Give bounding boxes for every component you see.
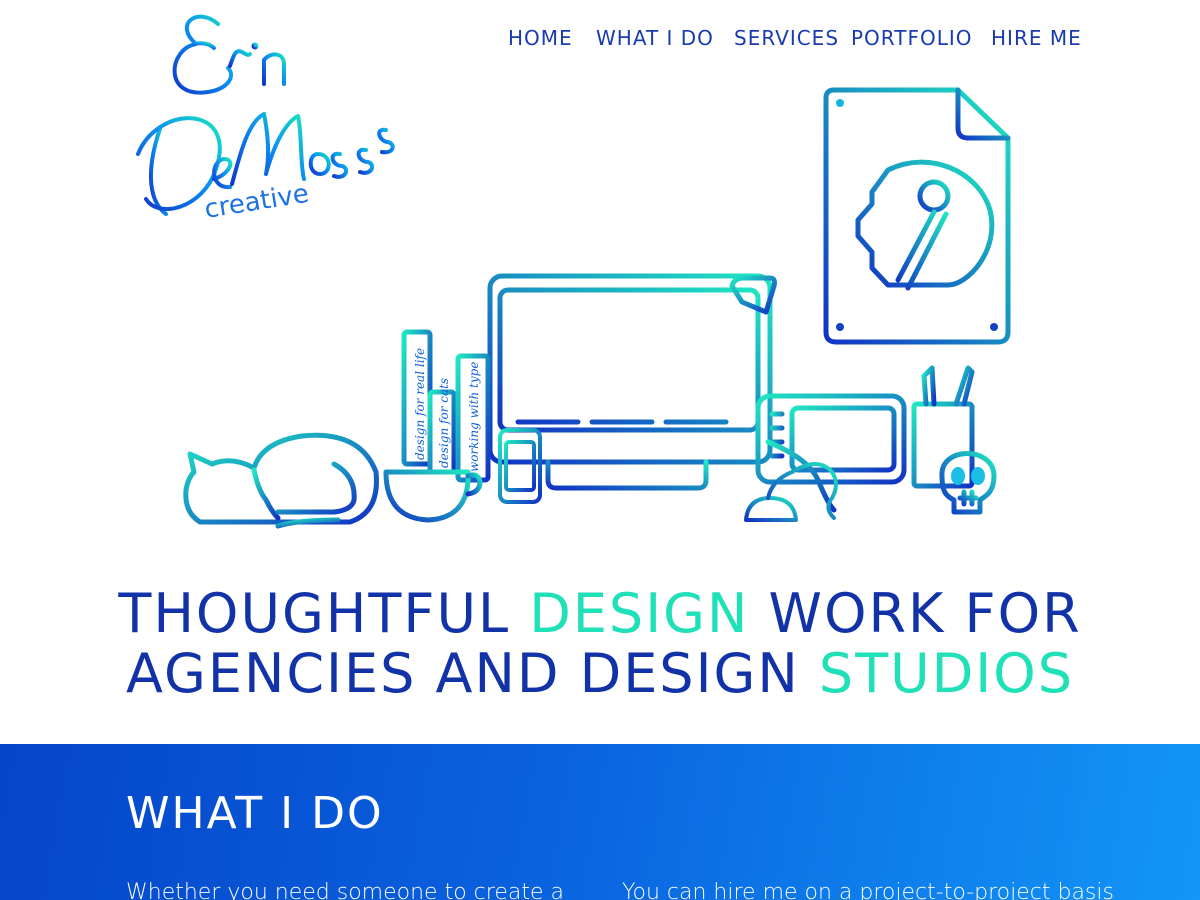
headline-line-2-part-1: AGENCIES AND DESIGN bbox=[125, 642, 819, 705]
poster-icon bbox=[823, 87, 1011, 345]
headline-line-1: THOUGHTFUL DESIGN WORK FOR bbox=[100, 584, 1100, 644]
book-title-3: working with type bbox=[467, 362, 481, 472]
main-nav: HOME WHAT I DO SERVICES PORTFOLIO HIRE M… bbox=[0, 26, 1200, 56]
headline-accent-studios: STUDIOS bbox=[818, 642, 1074, 705]
headline-line-2: AGENCIES AND DESIGN STUDIOS bbox=[100, 644, 1100, 704]
hero-illustration: design for real life design for cats wor… bbox=[128, 80, 1072, 550]
phone-icon bbox=[498, 428, 542, 504]
nav-hire-me-link[interactable]: HIRE ME bbox=[991, 26, 1082, 50]
headline-accent-design: DESIGN bbox=[529, 582, 750, 645]
book-title-2: design for cats bbox=[437, 378, 451, 468]
headline-line-1-part-2: WORK FOR bbox=[749, 582, 1082, 645]
nav-home-link[interactable]: HOME bbox=[508, 26, 573, 50]
what-i-do-section: WHAT I DO Whether you need someone to cr… bbox=[0, 744, 1200, 900]
nav-portfolio-link[interactable]: PORTFOLIO bbox=[851, 26, 973, 50]
cup-icon bbox=[383, 469, 483, 523]
what-i-do-column-2: You can hire me on a project-to-project … bbox=[622, 880, 1114, 900]
book-title-1: design for real life bbox=[413, 348, 427, 460]
drawing-tablet-icon bbox=[755, 393, 907, 513]
what-i-do-column-1: Whether you need someone to create a bbox=[126, 880, 564, 900]
nav-what-i-do-link[interactable]: WHAT I DO bbox=[596, 26, 714, 50]
what-i-do-title: WHAT I DO bbox=[126, 788, 384, 839]
cat-icon bbox=[183, 432, 379, 529]
headline-line-1-part-1: THOUGHTFUL bbox=[118, 582, 530, 645]
skull-icon bbox=[939, 451, 997, 515]
nav-services-link[interactable]: SERVICES bbox=[734, 26, 839, 50]
